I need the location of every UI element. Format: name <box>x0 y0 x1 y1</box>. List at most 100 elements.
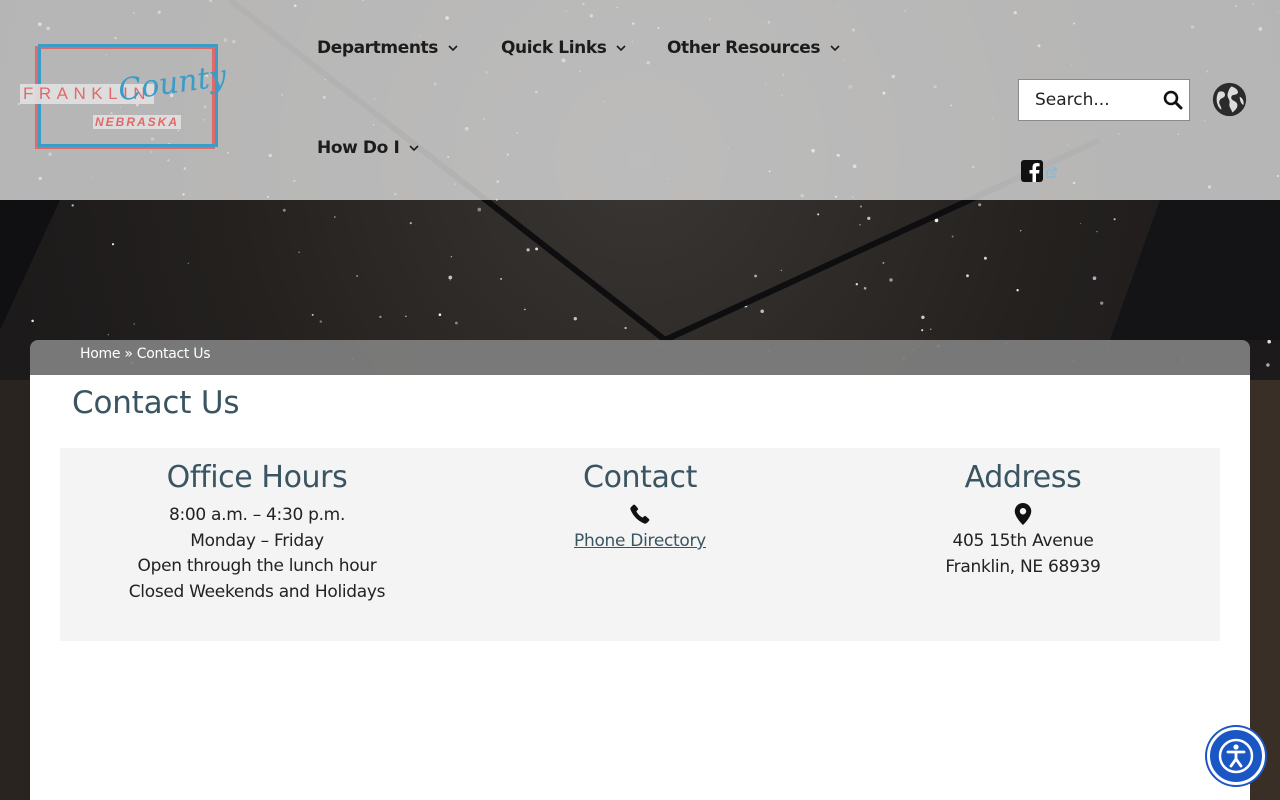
nav-departments[interactable]: Departments <box>317 38 458 58</box>
star <box>356 275 358 277</box>
nav-how-do-i[interactable]: How Do I <box>317 138 419 158</box>
franklin-county-logo[interactable]: FRANKLIN County NEBRASKA <box>18 40 243 158</box>
breadcrumb-home-link[interactable]: Home <box>80 346 120 362</box>
star <box>438 313 442 317</box>
nav-quick-links[interactable]: Quick Links <box>501 38 627 58</box>
office-hours-line: Open through the lunch hour <box>137 556 377 576</box>
address-line-1: 405 15th Avenue <box>952 531 1094 551</box>
logo-word-nebraska: NEBRASKA <box>93 115 182 129</box>
chevron-down-icon <box>409 145 419 152</box>
star <box>409 222 412 225</box>
site-header: FRANKLIN County NEBRASKA Departments Qui… <box>0 0 1280 200</box>
location-pin-icon <box>1014 503 1032 525</box>
nav-other-resources-label: Other Resources <box>667 38 821 58</box>
nav-quick-links-label: Quick Links <box>501 38 607 58</box>
star <box>1092 276 1097 281</box>
star <box>311 313 314 316</box>
star <box>133 323 136 325</box>
star <box>859 205 863 208</box>
accessibility-icon <box>1218 738 1254 774</box>
contact-section: Contact Phone Directory <box>447 448 833 555</box>
star <box>319 320 323 323</box>
star <box>71 204 74 207</box>
star <box>1113 218 1116 221</box>
star <box>863 287 867 290</box>
star <box>966 274 969 278</box>
address-section: Address 405 15th Avenue Franklin, NE 689… <box>830 448 1216 580</box>
star <box>859 223 861 226</box>
star <box>449 279 451 281</box>
star <box>454 321 458 325</box>
address-heading: Address <box>964 460 1082 495</box>
office-hours-heading: Office Hours <box>166 460 348 495</box>
chevron-down-icon <box>448 45 458 52</box>
star <box>929 328 932 331</box>
star <box>298 251 300 253</box>
contact-info-box: Office Hours 8:00 a.m. – 4:30 p.m. Monda… <box>60 448 1220 641</box>
star <box>934 218 939 223</box>
star <box>983 256 987 260</box>
main-content: Contact Us Office Hours 8:00 a.m. – 4:30… <box>30 375 1250 800</box>
star <box>1100 301 1104 305</box>
star <box>754 274 757 278</box>
star <box>1020 230 1022 232</box>
star <box>921 329 924 332</box>
breadcrumb-current: Contact Us <box>136 346 211 362</box>
star <box>624 326 627 330</box>
contact-heading: Contact <box>583 460 697 495</box>
star <box>1016 289 1019 292</box>
star <box>107 334 109 336</box>
star <box>780 269 782 271</box>
nav-how-do-i-label: How Do I <box>317 138 400 158</box>
star <box>817 213 820 216</box>
external-link-icon <box>1046 167 1057 178</box>
star <box>1266 363 1270 367</box>
star <box>448 275 453 280</box>
star <box>450 255 453 258</box>
star <box>111 243 115 246</box>
star <box>978 203 982 207</box>
star <box>867 216 871 221</box>
phone-icon <box>630 504 650 524</box>
search-box <box>1018 79 1190 121</box>
star <box>379 315 382 319</box>
breadcrumb: Home » Contact Us <box>80 346 211 362</box>
globe-icon[interactable] <box>1211 81 1248 118</box>
chevron-down-icon <box>616 45 627 52</box>
accessibility-button[interactable] <box>1207 727 1265 785</box>
office-hours-line: 8:00 a.m. – 4:30 p.m. <box>168 505 346 525</box>
address-line-2: Franklin, NE 68939 <box>945 556 1101 577</box>
star <box>760 309 764 314</box>
facebook-icon[interactable] <box>1021 160 1043 182</box>
office-hours-section: Office Hours 8:00 a.m. – 4:30 p.m. Monda… <box>64 448 450 605</box>
star <box>1096 230 1098 233</box>
star <box>573 317 577 321</box>
star <box>524 308 526 311</box>
page-title: Contact Us <box>72 385 240 421</box>
chevron-down-icon <box>830 45 840 52</box>
star <box>1267 339 1272 344</box>
star <box>477 207 482 212</box>
nav-departments-label: Departments <box>317 38 438 58</box>
star <box>535 247 539 251</box>
star <box>405 315 407 317</box>
breadcrumb-separator: » <box>124 346 133 362</box>
star <box>187 262 189 264</box>
star <box>951 235 954 238</box>
star <box>526 248 530 252</box>
star <box>921 315 925 320</box>
search-input[interactable] <box>1035 90 1165 110</box>
office-hours-line: Closed Weekends and Holidays <box>128 581 386 602</box>
star <box>882 261 885 264</box>
star <box>1079 222 1082 224</box>
star <box>282 208 286 212</box>
star <box>31 319 34 323</box>
star <box>333 216 336 218</box>
star <box>855 282 859 286</box>
phone-directory-link[interactable]: Phone Directory <box>574 531 706 551</box>
office-hours-line: Monday – Friday <box>190 530 324 551</box>
search-icon[interactable] <box>1163 90 1183 110</box>
nav-other-resources[interactable]: Other Resources <box>667 38 840 58</box>
breadcrumb-bar: Home » Contact Us <box>30 340 1250 376</box>
star <box>500 277 503 280</box>
